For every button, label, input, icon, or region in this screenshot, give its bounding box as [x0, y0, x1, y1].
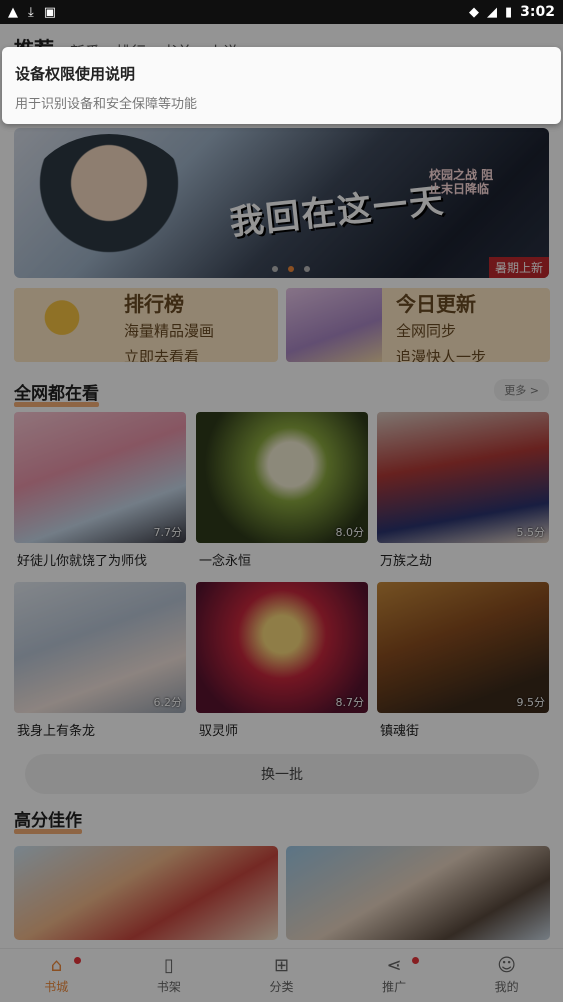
- comic-card[interactable]: 5.5分 万族之劫: [377, 412, 549, 569]
- category-grid-icon: ⊞: [273, 954, 290, 976]
- notification-badge: [412, 957, 420, 964]
- promo-ranking-card[interactable]: 排行榜 海量精品漫画 立即去看看: [14, 288, 278, 362]
- section-title-popular: 全网都在看: [14, 379, 99, 407]
- dialog-description: 用于识别设备和安全保障等功能: [15, 97, 198, 112]
- comic-cover: 6.2分: [14, 582, 186, 713]
- bottom-nav-label: 书架: [156, 979, 181, 994]
- comic-title: 一念永恒: [199, 554, 252, 569]
- home-icon: ⌂: [50, 954, 63, 976]
- comic-card[interactable]: 6.2分 我身上有条龙: [14, 582, 186, 739]
- comic-score: 6.2分: [153, 696, 183, 709]
- battery-icon: ▮: [505, 4, 513, 20]
- comic-title: 万族之劫: [380, 554, 433, 569]
- comic-title: 镇魂街: [380, 724, 420, 739]
- comic-score: 8.0分: [335, 526, 365, 539]
- download-icon: ⤓: [28, 4, 34, 20]
- permission-dialog[interactable]: 设备权限使用说明 用于识别设备和安全保障等功能: [2, 47, 561, 124]
- dialog-title: 设备权限使用说明: [15, 65, 136, 83]
- comic-cover: 5.5分: [377, 412, 549, 543]
- promo-line: 立即去看看: [124, 348, 200, 362]
- banner-pagination: [272, 266, 310, 272]
- comic-card[interactable]: 9.5分 镇魂街: [377, 582, 549, 739]
- trophy-icon: [14, 288, 110, 362]
- section-title-high-score: 高分佳作: [14, 806, 82, 834]
- bottom-nav: ⌂ 书城 ▯ 书架 ⊞ 分类 ⋖ 推广 ☺ 我的: [0, 948, 563, 1002]
- featured-comic-card[interactable]: [286, 846, 550, 940]
- notification-badge: [74, 957, 82, 964]
- bottom-nav-home[interactable]: ⌂ 书城: [0, 949, 113, 1002]
- promo-title: 今日更新: [396, 292, 476, 316]
- app-icon: ▣: [43, 4, 57, 20]
- promo-line: 海量精品漫画: [124, 322, 215, 340]
- warning-icon: ▲: [8, 4, 18, 20]
- more-button[interactable]: 更多 >: [494, 379, 549, 401]
- bottom-nav-label: 我的: [494, 979, 519, 994]
- wifi-icon: ◆: [469, 4, 480, 20]
- pagination-dot-active[interactable]: [288, 266, 294, 272]
- comic-cover: 8.0分: [196, 412, 368, 543]
- banner-character-art: [24, 134, 194, 274]
- bottom-nav-label: 分类: [269, 979, 294, 994]
- user-icon: ☺: [497, 954, 517, 976]
- comic-score: 9.5分: [516, 696, 546, 709]
- comic-cover: 8.7分: [196, 582, 368, 713]
- comic-card[interactable]: 8.0分 一念永恒: [196, 412, 368, 569]
- comic-card[interactable]: 7.7分 好徒儿你就饶了为师伐: [14, 412, 186, 569]
- promo-title: 排行榜: [124, 292, 184, 316]
- pagination-dot[interactable]: [272, 266, 278, 272]
- bottom-nav-bookshelf[interactable]: ▯ 书架: [113, 949, 226, 1002]
- book-icon: ▯: [163, 954, 174, 976]
- comic-cover: 9.5分: [377, 582, 549, 713]
- share-icon: ⋖: [386, 954, 402, 976]
- banner-title: 我回在这一天: [227, 180, 447, 244]
- promo-line: 全网同步: [396, 322, 457, 340]
- featured-comic-card[interactable]: [14, 846, 278, 940]
- status-time: 3:02: [520, 4, 555, 20]
- status-bar: ▲ ⤓ ▣ ◆ ◢ ▮ 3:02: [0, 0, 563, 24]
- signal-icon: ◢: [487, 4, 498, 20]
- comic-title: 好徒儿你就饶了为师伐: [17, 554, 148, 569]
- banner-subtitle: 校园之战 阻止末日降临: [429, 168, 494, 196]
- bottom-nav-category[interactable]: ⊞ 分类: [225, 949, 338, 1002]
- bottom-nav-profile[interactable]: ☺ 我的: [450, 949, 563, 1002]
- comic-title: 我身上有条龙: [17, 724, 96, 739]
- comic-card[interactable]: 8.7分 驭灵师: [196, 582, 368, 739]
- promo-updates-card[interactable]: 今日更新 全网同步 追漫快人一步: [286, 288, 550, 362]
- comic-score: 7.7分: [153, 526, 183, 539]
- bottom-nav-label: 书城: [44, 979, 69, 994]
- promo-cover-image: [286, 288, 382, 362]
- hero-banner[interactable]: 我回在这一天 校园之战 阻止末日降临 暑期上新: [14, 128, 549, 278]
- banner-tag: 暑期上新: [488, 257, 549, 278]
- comic-cover: 7.7分: [14, 412, 186, 543]
- bottom-nav-promote[interactable]: ⋖ 推广: [338, 949, 451, 1002]
- comic-score: 5.5分: [516, 526, 546, 539]
- bottom-nav-label: 推广: [382, 979, 407, 994]
- comic-score: 8.7分: [335, 696, 365, 709]
- pagination-dot[interactable]: [304, 266, 310, 272]
- refresh-batch-button[interactable]: 换一批: [25, 754, 539, 794]
- comic-title: 驭灵师: [199, 724, 239, 739]
- promo-line: 追漫快人一步: [396, 348, 487, 362]
